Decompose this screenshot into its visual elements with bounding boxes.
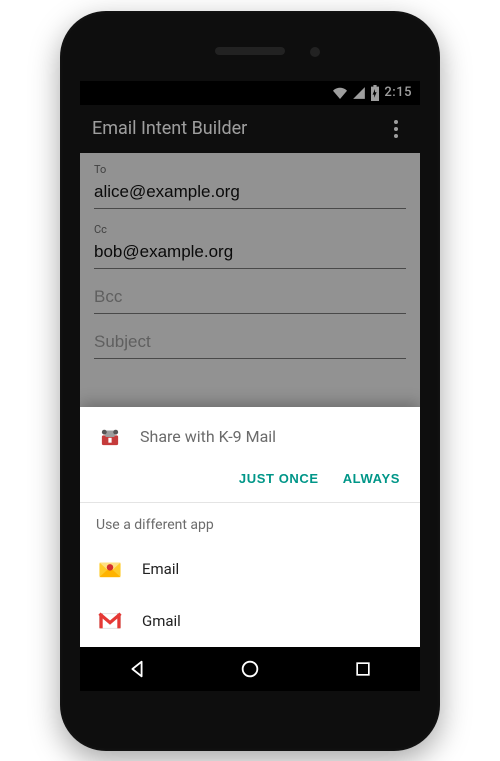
nav-recents-button[interactable]: [343, 649, 383, 689]
device-camera: [310, 47, 320, 57]
home-icon: [239, 658, 261, 680]
always-button[interactable]: ALWAYS: [343, 471, 400, 486]
device-frame: 2:15 Email Intent Builder To Cc: [60, 11, 440, 751]
app-label-gmail: Gmail: [142, 612, 181, 630]
back-icon: [126, 658, 148, 680]
nav-back-button[interactable]: [117, 649, 157, 689]
just-once-button[interactable]: JUST ONCE: [239, 471, 319, 486]
resolver-buttons: JUST ONCE ALWAYS: [80, 465, 420, 502]
k9-mail-icon: [96, 423, 124, 451]
email-icon: [96, 555, 124, 583]
resolver-title: Share with K-9 Mail: [140, 427, 276, 446]
gmail-icon: [96, 607, 124, 635]
resolver-header[interactable]: Share with K-9 Mail: [80, 407, 420, 465]
nav-home-button[interactable]: [230, 649, 270, 689]
app-row-gmail[interactable]: Gmail: [80, 595, 420, 647]
alt-app-heading: Use a different app: [80, 503, 420, 543]
screen: 2:15 Email Intent Builder To Cc: [80, 81, 420, 691]
device-earpiece: [215, 47, 285, 55]
navigation-bar: [80, 647, 420, 691]
app-label-email: Email: [142, 560, 179, 578]
intent-resolver-sheet: Share with K-9 Mail JUST ONCE ALWAYS Use…: [80, 407, 420, 647]
app-row-email[interactable]: Email: [80, 543, 420, 595]
recents-icon: [353, 659, 373, 679]
